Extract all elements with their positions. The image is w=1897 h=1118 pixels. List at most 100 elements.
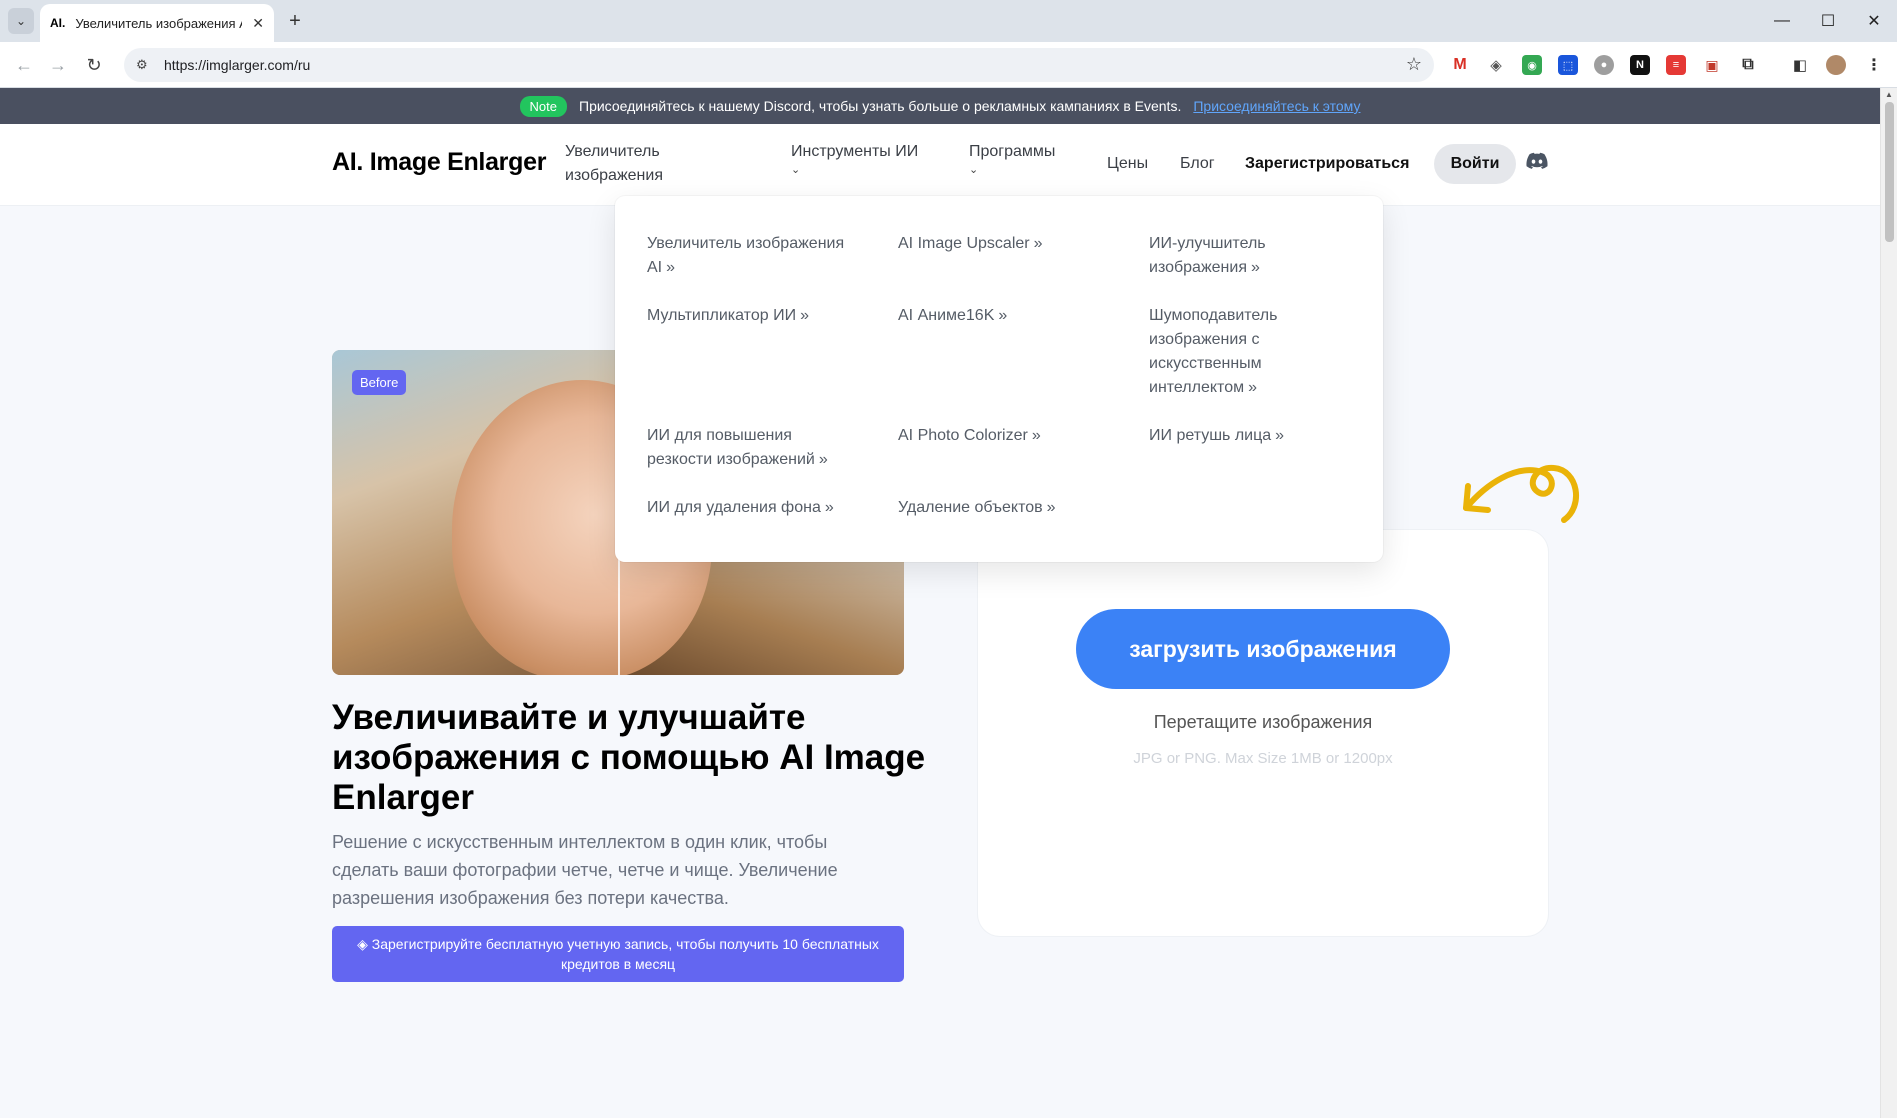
extension-diamond-icon[interactable]: ◈ xyxy=(1486,55,1506,75)
dropdown-item-image-upscaler[interactable]: AI Image Upscaler» xyxy=(898,232,1118,256)
page-scrollbar[interactable]: ▲ xyxy=(1880,88,1897,1118)
dropdown-item-background-removal[interactable]: ИИ для удаления фона» xyxy=(647,496,877,520)
dropdown-item-ai-multiplier[interactable]: Мультипликатор ИИ» xyxy=(647,304,867,328)
upload-card[interactable]: загрузить изображения Перетащите изображ… xyxy=(978,530,1548,936)
browser-tabstrip: ⌄ AI. Увеличитель изображения AI ✕ + — ☐… xyxy=(0,0,1897,42)
free-account-button-label: Зарегистрируйте бесплатную учетную запис… xyxy=(371,936,879,972)
new-tab-button[interactable]: + xyxy=(282,8,308,34)
extension-gray-icon[interactable]: ● xyxy=(1594,55,1614,75)
dropdown-item-label: AI Аниме16K xyxy=(898,307,995,324)
dropdown-item-image-enhancer[interactable]: ИИ-улучшитель изображения» xyxy=(1149,232,1319,280)
site-logo[interactable]: AI. Image Enlarger xyxy=(332,148,546,177)
extension-blue-icon[interactable]: ⬚ xyxy=(1558,55,1578,75)
double-chevron-right-icon: » xyxy=(800,307,809,324)
double-chevron-right-icon: » xyxy=(1046,499,1056,516)
tab-search-button[interactable]: ⌄ xyxy=(8,8,34,34)
dropdown-item-label: AI Image Upscaler xyxy=(898,235,1030,252)
double-chevron-right-icon: » xyxy=(1031,427,1041,444)
gmail-extension-icon[interactable]: M xyxy=(1450,55,1470,75)
nav-item-label: Блог xyxy=(1180,155,1215,172)
dropdown-item-label: Удаление объектов xyxy=(898,499,1043,516)
dropdown-item-label: AI Photo Colorizer xyxy=(898,427,1028,444)
file-limits-hint: JPG or PNG. Max Size 1MB or 1200px xyxy=(1133,750,1393,767)
browser-toolbar: ← → ↻ ⚙ https://imglarger.com/ru ☆ M ◈ ◉… xyxy=(0,42,1897,88)
extension-green-icon[interactable]: ◉ xyxy=(1522,55,1542,75)
nav-item-pricing[interactable]: Цены xyxy=(1107,152,1148,176)
chevron-down-icon: ⌄ xyxy=(791,164,801,176)
dropdown-item-face-retouch[interactable]: ИИ ретушь лица» xyxy=(1149,424,1349,448)
dropdown-item-label: ИИ для повышения резкости изображений xyxy=(647,427,815,468)
dropdown-item-label: Увеличитель изображения AI xyxy=(647,235,845,276)
dropdown-item-sharpener[interactable]: ИИ для повышения резкости изображений» xyxy=(647,424,847,472)
discord-icon[interactable] xyxy=(1526,152,1548,170)
free-account-button[interactable]: ◈ Зарегистрируйте бесплатную учетную зап… xyxy=(332,926,904,982)
signup-link[interactable]: Зарегистрироваться xyxy=(1245,155,1409,173)
site-header: AI. Image Enlarger Увеличитель изображен… xyxy=(0,124,1880,206)
nav-item-image-enlarger[interactable]: Увеличитель изображения xyxy=(565,140,695,188)
tab-title: Увеличитель изображения AI xyxy=(75,15,243,31)
dropdown-item-label: Мультипликатор ИИ xyxy=(647,307,797,324)
dropdown-item-label: Шумоподавитель изображения с искусственн… xyxy=(1149,307,1278,396)
hero-title: Увеличивайте и улучшайте изображения с п… xyxy=(332,698,926,817)
chevron-down-icon: ⌄ xyxy=(969,164,979,176)
nav-item-label: Цены xyxy=(1107,155,1149,172)
dropdown-item-image-enlarger[interactable]: Увеличитель изображения AI» xyxy=(647,232,857,280)
reload-button[interactable]: ↻ xyxy=(80,51,108,79)
ai-tools-dropdown: Увеличитель изображения AI» AI Image Ups… xyxy=(615,196,1383,562)
bookmark-star-icon[interactable]: ☆ xyxy=(1406,54,1422,75)
notion-extension-icon[interactable]: N xyxy=(1630,55,1650,75)
extensions-puzzle-icon[interactable]: ⧉ xyxy=(1738,55,1758,75)
double-chevron-right-icon: » xyxy=(666,259,676,276)
scroll-up-arrow-icon[interactable]: ▲ xyxy=(1885,90,1893,99)
before-badge: Before xyxy=(352,370,407,395)
double-chevron-right-icon: » xyxy=(998,307,1008,324)
tab-favicon-icon: AI. xyxy=(50,16,66,30)
double-chevron-right-icon: » xyxy=(1033,235,1043,252)
nav-item-blog[interactable]: Блог xyxy=(1180,152,1215,176)
arrow-left-icon: ← xyxy=(15,54,33,75)
dropdown-item-object-removal[interactable]: Удаление объектов» xyxy=(898,496,1128,520)
minimize-window-button[interactable]: — xyxy=(1759,0,1805,42)
chevron-down-icon: ⌄ xyxy=(15,14,27,28)
address-bar-url: https://imglarger.com/ru xyxy=(164,57,311,73)
layers-icon: ◈ xyxy=(357,936,368,952)
double-chevron-right-icon: » xyxy=(818,451,828,468)
upload-images-button[interactable]: загрузить изображения xyxy=(1076,609,1450,689)
announcement-bar: Note Присоединяйтесь к нашему Discord, ч… xyxy=(0,88,1880,124)
arrow-right-icon: → xyxy=(49,54,67,75)
announcement-text: Присоединяйтесь к нашему Discord, чтобы … xyxy=(579,98,1182,114)
forward-button[interactable]: → xyxy=(44,51,72,79)
announcement-link[interactable]: Присоединяйтесь к этому xyxy=(1193,98,1360,114)
note-badge: Note xyxy=(519,95,567,117)
browser-tab-active[interactable]: AI. Увеличитель изображения AI ✕ xyxy=(40,4,274,42)
reload-icon: ↻ xyxy=(86,54,102,75)
dropdown-item-label: ИИ-улучшитель изображения xyxy=(1149,235,1266,276)
address-bar[interactable]: ⚙ https://imglarger.com/ru ☆ xyxy=(124,48,1434,82)
maximize-window-button[interactable]: ☐ xyxy=(1805,0,1851,42)
side-panel-icon[interactable]: ◧ xyxy=(1790,55,1810,75)
dropdown-item-denoiser[interactable]: Шумоподавитель изображения с искусственн… xyxy=(1149,304,1299,400)
close-window-button[interactable]: ✕ xyxy=(1851,0,1897,42)
double-chevron-right-icon: » xyxy=(1275,427,1285,444)
nav-item-programs[interactable]: Программы ⌄ xyxy=(969,140,1069,176)
close-icon[interactable]: ✕ xyxy=(252,15,264,32)
nav-item-label: Программы xyxy=(969,143,1056,160)
dropdown-item-photo-colorizer[interactable]: AI Photo Colorizer» xyxy=(898,424,1118,448)
back-button[interactable]: ← xyxy=(10,51,38,79)
todoist-extension-icon[interactable]: ≡ xyxy=(1666,55,1686,75)
login-button[interactable]: Войти xyxy=(1434,144,1516,184)
dropdown-item-label: ИИ для удаления фона xyxy=(647,499,821,516)
nav-item-ai-tools[interactable]: Инструменты ИИ ⌄ xyxy=(791,140,931,176)
extension-cast-icon[interactable]: ▣ xyxy=(1702,55,1722,75)
double-chevron-right-icon: » xyxy=(1248,379,1257,396)
dropdown-item-anime16k[interactable]: AI Аниме16K» xyxy=(898,304,1118,328)
hero-description: Решение с искусственным интеллектом в од… xyxy=(332,832,838,908)
dropdown-item-label: ИИ ретушь лица xyxy=(1149,427,1272,444)
drag-drop-text: Перетащите изображения xyxy=(1153,712,1373,732)
scrollbar-thumb[interactable] xyxy=(1885,102,1894,242)
browser-menu-icon[interactable]: ⋮ xyxy=(1864,55,1884,75)
double-chevron-right-icon: » xyxy=(1251,259,1260,276)
web-page: Note Присоединяйтесь к нашему Discord, ч… xyxy=(0,88,1880,1118)
profile-avatar[interactable] xyxy=(1826,55,1846,75)
site-settings-icon[interactable]: ⚙ xyxy=(136,57,156,73)
